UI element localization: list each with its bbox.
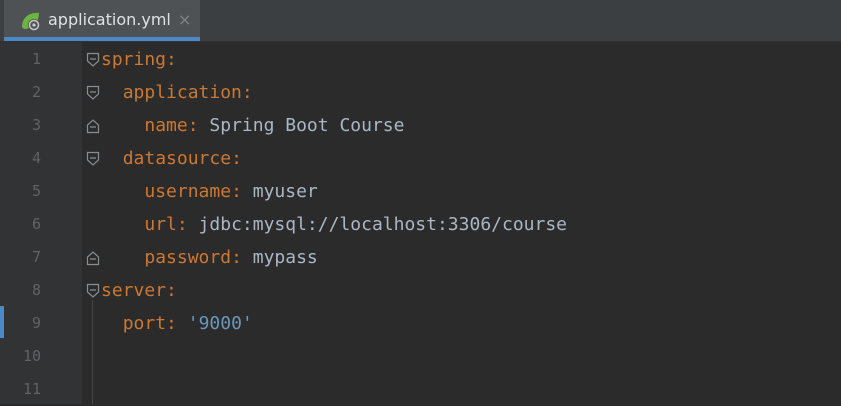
fold-close-icon[interactable] <box>86 250 100 266</box>
line-number: 5 <box>31 182 41 200</box>
yaml-key: url <box>144 214 177 235</box>
editor-tab-bar: application.yml × <box>0 0 841 42</box>
yaml-key: password <box>144 247 232 268</box>
line-number: 4 <box>31 149 41 167</box>
fold-open-icon[interactable] <box>86 283 100 299</box>
close-icon[interactable]: × <box>178 10 191 29</box>
code-line[interactable]: 1 spring: <box>0 43 841 76</box>
line-number: 2 <box>31 83 41 101</box>
line-number: 10 <box>22 347 41 365</box>
tab-title: application.yml <box>48 10 171 29</box>
yaml-colon: : <box>231 181 242 202</box>
line-number: 8 <box>31 281 41 299</box>
code-line[interactable]: 7 password: mypass <box>0 241 841 274</box>
code-text: username: myuser <box>101 175 318 208</box>
line-number: 7 <box>31 248 41 266</box>
code-text: password: mypass <box>101 241 318 274</box>
yaml-colon: : <box>241 82 253 103</box>
yaml-value: myuser <box>241 181 318 202</box>
code-line[interactable]: 8 server: <box>0 274 841 307</box>
code-line[interactable]: 3 name: Spring Boot Course <box>0 109 841 142</box>
yaml-key: application <box>122 82 242 103</box>
code-text: url: jdbc:mysql://localhost:3306/course <box>101 208 567 241</box>
fold-close-icon[interactable] <box>86 118 100 134</box>
spring-leaf-icon <box>22 12 40 31</box>
code-text: server: <box>101 274 177 307</box>
fold-open-icon[interactable] <box>86 52 100 68</box>
line-number: 6 <box>31 215 41 233</box>
code-text: datasource: <box>101 142 242 175</box>
yaml-key: username <box>144 181 232 202</box>
yaml-value: Spring Boot Course <box>198 115 405 136</box>
code-line[interactable]: 10 <box>0 340 841 373</box>
yaml-colon: : <box>231 148 242 169</box>
yaml-key: spring <box>101 49 167 70</box>
tab-application-yml[interactable]: application.yml × <box>4 0 200 41</box>
yaml-colon: : <box>187 115 199 136</box>
code-line[interactable]: 11 <box>0 373 841 406</box>
yaml-key: datasource <box>122 148 232 169</box>
code-line[interactable]: 9 port: '9000' <box>0 307 841 340</box>
yaml-colon: : <box>166 49 177 70</box>
yaml-value: '9000' <box>176 313 253 334</box>
yaml-key: server <box>101 280 167 301</box>
fold-open-icon[interactable] <box>86 85 100 101</box>
yaml-value: mypass <box>241 247 318 268</box>
code-text: application: <box>101 76 253 109</box>
line-number: 9 <box>31 314 41 332</box>
line-number: 1 <box>31 50 41 68</box>
code-text: port: '9000' <box>101 307 253 340</box>
yaml-key: name <box>144 115 188 136</box>
code-line[interactable]: 2 application: <box>0 76 841 109</box>
line-number: 11 <box>22 380 41 398</box>
yaml-colon: : <box>166 313 177 334</box>
code-line[interactable]: 5 username: myuser <box>0 175 841 208</box>
code-line[interactable]: 6 url: jdbc:mysql://localhost:3306/cours… <box>0 208 841 241</box>
yaml-colon: : <box>176 214 188 235</box>
active-tab-indicator <box>4 37 200 41</box>
yaml-colon: : <box>231 247 242 268</box>
code-text: spring: <box>101 43 177 76</box>
yaml-key: port <box>122 313 167 334</box>
code-line[interactable]: 4 datasource: <box>0 142 841 175</box>
yaml-value: jdbc:mysql://localhost:3306/course <box>187 214 568 235</box>
yaml-colon: : <box>166 280 177 301</box>
code-text: name: Spring Boot Course <box>101 109 404 142</box>
line-number: 3 <box>31 116 41 134</box>
fold-open-icon[interactable] <box>86 151 100 167</box>
